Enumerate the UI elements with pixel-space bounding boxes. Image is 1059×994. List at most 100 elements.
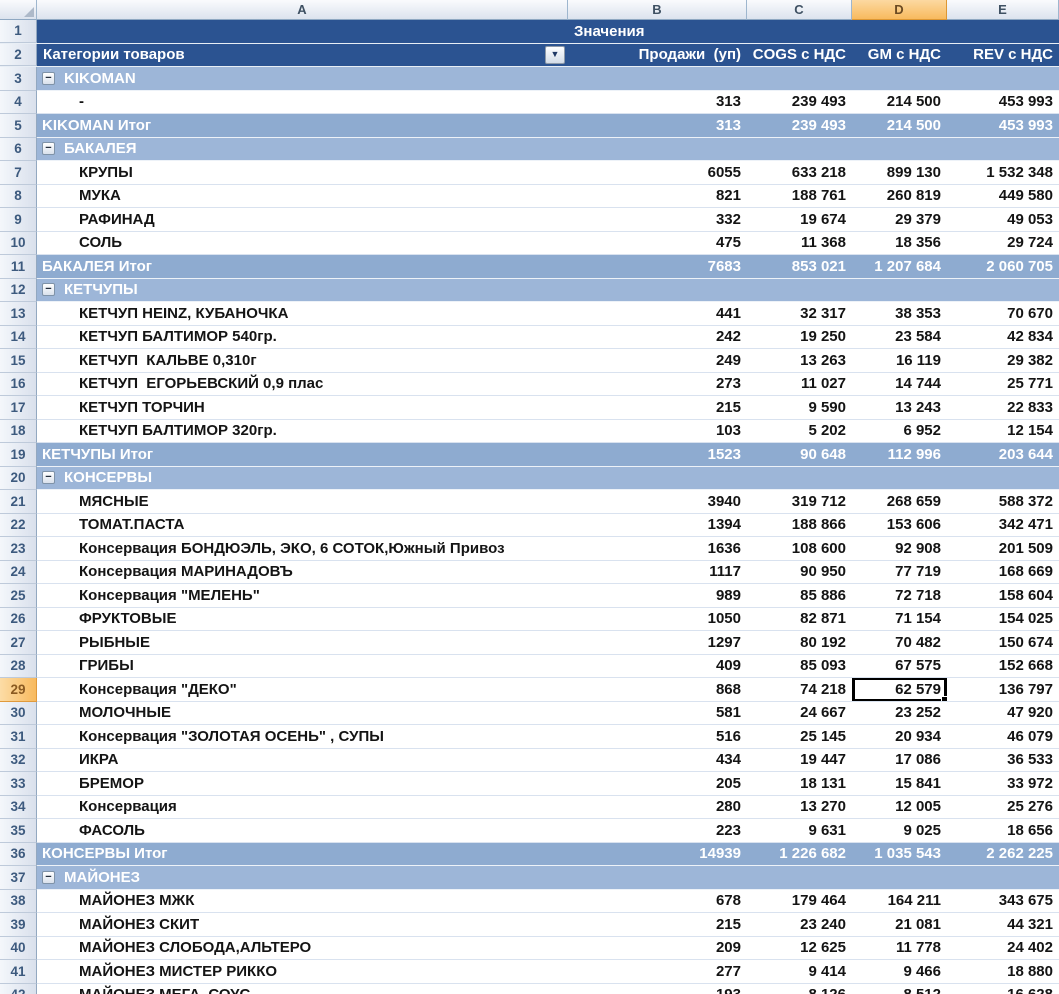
cell-E25[interactable]: 158 604 [947, 584, 1059, 608]
cell-D28[interactable]: 67 575 [852, 655, 947, 679]
cell-B42[interactable]: 193 [568, 984, 747, 994]
cell-C17[interactable]: 9 590 [747, 396, 852, 420]
row-header-9[interactable]: 9 [0, 208, 37, 232]
row-header-4[interactable]: 4 [0, 91, 37, 115]
cell-D1[interactable] [852, 20, 947, 43]
cell-A15[interactable]: КЕТЧУП КАЛЬВЕ 0,310г [37, 349, 568, 373]
row-header-40[interactable]: 40 [0, 937, 37, 961]
cell-B24[interactable]: 1117 [568, 561, 747, 585]
row-header-6[interactable]: 6 [0, 138, 37, 162]
cell-D25[interactable]: 72 718 [852, 584, 947, 608]
cell-A18[interactable]: КЕТЧУП БАЛТИМОР 320гр. [37, 420, 568, 444]
cell-C15[interactable]: 13 263 [747, 349, 852, 373]
cell-D22[interactable]: 153 606 [852, 514, 947, 538]
cell-D39[interactable]: 21 081 [852, 913, 947, 937]
cell-D31[interactable]: 20 934 [852, 725, 947, 749]
row-header-8[interactable]: 8 [0, 185, 37, 209]
row-header-19[interactable]: 19 [0, 443, 37, 467]
cell-C38[interactable]: 179 464 [747, 890, 852, 914]
cell-B33[interactable]: 205 [568, 772, 747, 796]
cell-C28[interactable]: 85 093 [747, 655, 852, 679]
cell-A3[interactable]: −KIKOMAN [37, 67, 568, 91]
cell-A25[interactable]: Консервация "МЕЛЕНЬ" [37, 584, 568, 608]
cell-C16[interactable]: 11 027 [747, 373, 852, 397]
cell-C25[interactable]: 85 886 [747, 584, 852, 608]
row-header-42[interactable]: 42 [0, 984, 37, 994]
cell-E23[interactable]: 201 509 [947, 537, 1059, 561]
cell-B12[interactable] [568, 279, 747, 303]
cell-B41[interactable]: 277 [568, 960, 747, 984]
row-header-17[interactable]: 17 [0, 396, 37, 420]
cell-A28[interactable]: ГРИБЫ [37, 655, 568, 679]
cell-E11[interactable]: 2 060 705 [947, 255, 1059, 279]
cell-C1[interactable] [747, 20, 852, 43]
cell-B10[interactable]: 475 [568, 232, 747, 256]
cell-B28[interactable]: 409 [568, 655, 747, 679]
cell-A4[interactable]: - [37, 91, 568, 115]
cell-D13[interactable]: 38 353 [852, 302, 947, 326]
cell-A22[interactable]: ТОМАТ.ПАСТА [37, 514, 568, 538]
cell-C29[interactable]: 74 218 [747, 678, 852, 702]
cell-D41[interactable]: 9 466 [852, 960, 947, 984]
cell-D30[interactable]: 23 252 [852, 702, 947, 726]
cell-D38[interactable]: 164 211 [852, 890, 947, 914]
cell-C35[interactable]: 9 631 [747, 819, 852, 843]
row-header-11[interactable]: 11 [0, 255, 37, 279]
cell-E24[interactable]: 168 669 [947, 561, 1059, 585]
cell-D9[interactable]: 29 379 [852, 208, 947, 232]
cell-C11[interactable]: 853 021 [747, 255, 852, 279]
cell-A26[interactable]: ФРУКТОВЫЕ [37, 608, 568, 632]
cell-E32[interactable]: 36 533 [947, 749, 1059, 773]
cell-D18[interactable]: 6 952 [852, 420, 947, 444]
cell-E42[interactable]: 16 628 [947, 984, 1059, 994]
cell-A31[interactable]: Консервация "ЗОЛОТАЯ ОСЕНЬ" , СУПЫ [37, 725, 568, 749]
cell-E4[interactable]: 453 993 [947, 91, 1059, 115]
cell-C8[interactable]: 188 761 [747, 185, 852, 209]
cell-B31[interactable]: 516 [568, 725, 747, 749]
row-header-22[interactable]: 22 [0, 514, 37, 538]
cell-B21[interactable]: 3940 [568, 490, 747, 514]
row-header-25[interactable]: 25 [0, 584, 37, 608]
cell-C37[interactable] [747, 866, 852, 890]
collapse-icon[interactable]: − [42, 871, 55, 884]
cell-A41[interactable]: МАЙОНЕЗ МИСТЕР РИККО [37, 960, 568, 984]
cell-E18[interactable]: 12 154 [947, 420, 1059, 444]
cell-C3[interactable] [747, 67, 852, 91]
cell-C36[interactable]: 1 226 682 [747, 843, 852, 867]
row-header-20[interactable]: 20 [0, 467, 37, 491]
cell-C40[interactable]: 12 625 [747, 937, 852, 961]
cell-C21[interactable]: 319 712 [747, 490, 852, 514]
cell-E12[interactable] [947, 279, 1059, 303]
cell-B40[interactable]: 209 [568, 937, 747, 961]
cell-B37[interactable] [568, 866, 747, 890]
cell-C32[interactable]: 19 447 [747, 749, 852, 773]
cell-C19[interactable]: 90 648 [747, 443, 852, 467]
cell-D40[interactable]: 11 778 [852, 937, 947, 961]
row-header-39[interactable]: 39 [0, 913, 37, 937]
cell-D7[interactable]: 899 130 [852, 161, 947, 185]
cell-D27[interactable]: 70 482 [852, 631, 947, 655]
cell-D5[interactable]: 214 500 [852, 114, 947, 138]
column-header-B[interactable]: B [568, 0, 747, 20]
cell-C34[interactable]: 13 270 [747, 796, 852, 820]
cell-B35[interactable]: 223 [568, 819, 747, 843]
cell-C10[interactable]: 11 368 [747, 232, 852, 256]
row-header-1[interactable]: 1 [0, 20, 37, 43]
row-header-15[interactable]: 15 [0, 349, 37, 373]
selected-cell[interactable]: 62 579 [852, 678, 947, 702]
cell-A2[interactable]: Категории товаров ▼ [37, 44, 568, 67]
cell-B32[interactable]: 434 [568, 749, 747, 773]
cell-E31[interactable]: 46 079 [947, 725, 1059, 749]
cell-C4[interactable]: 239 493 [747, 91, 852, 115]
cell-E3[interactable] [947, 67, 1059, 91]
cell-C2[interactable]: COGS с НДС [747, 44, 852, 67]
cell-B16[interactable]: 273 [568, 373, 747, 397]
cell-D21[interactable]: 268 659 [852, 490, 947, 514]
cell-E6[interactable] [947, 138, 1059, 162]
cell-E30[interactable]: 47 920 [947, 702, 1059, 726]
cell-C14[interactable]: 19 250 [747, 326, 852, 350]
cell-E7[interactable]: 1 532 348 [947, 161, 1059, 185]
row-header-14[interactable]: 14 [0, 326, 37, 350]
row-header-32[interactable]: 32 [0, 749, 37, 773]
cell-B13[interactable]: 441 [568, 302, 747, 326]
